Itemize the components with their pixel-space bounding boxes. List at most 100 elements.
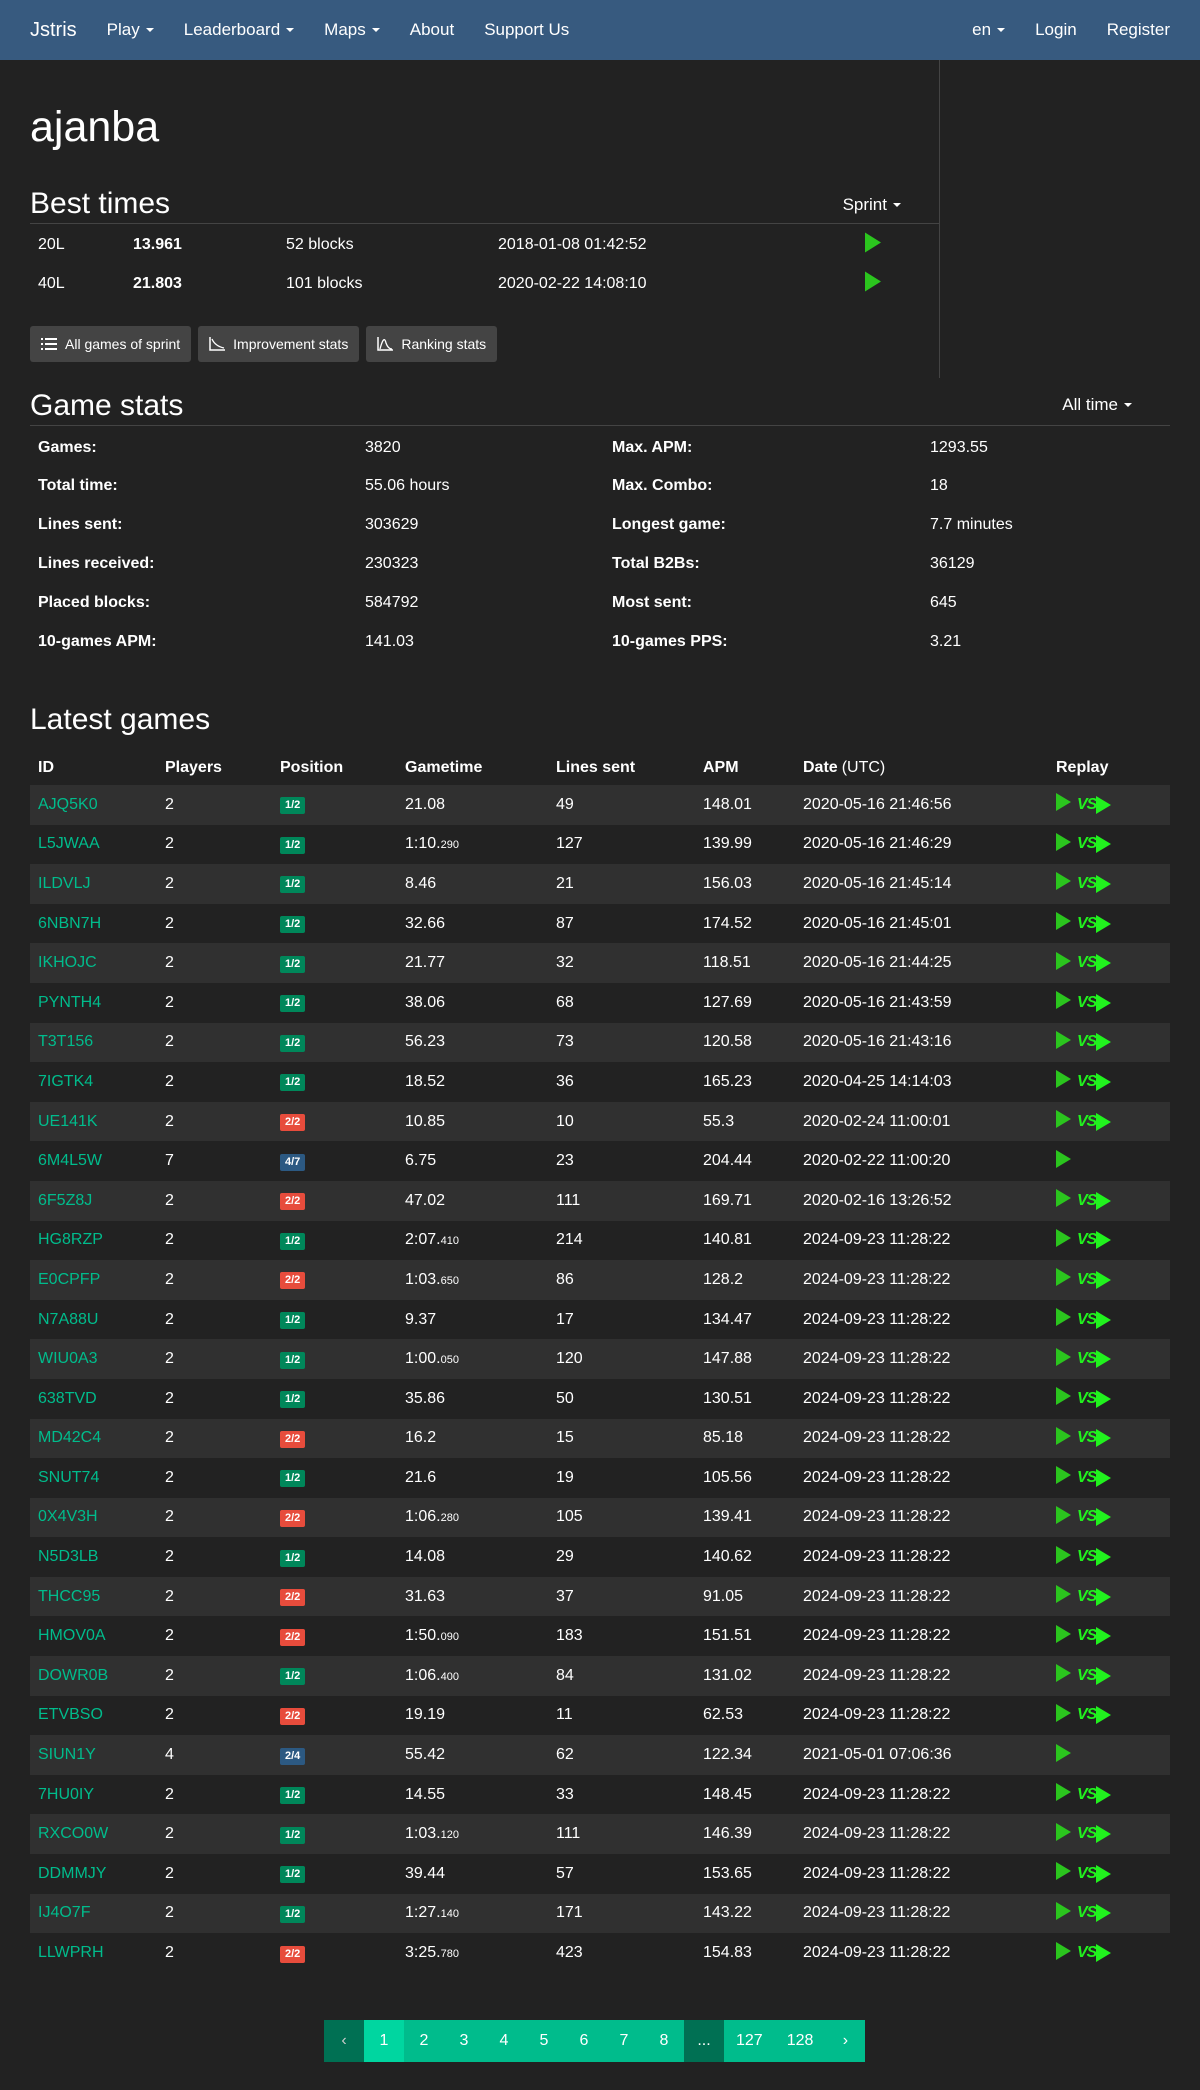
game-id-link[interactable]: 6F5Z8J: [38, 1192, 92, 1209]
period-dropdown[interactable]: All time: [1062, 395, 1132, 415]
ranking-stats-button[interactable]: Ranking stats: [366, 326, 498, 362]
play-icon[interactable]: [1056, 1783, 1071, 1806]
play-icon[interactable]: [1056, 1308, 1071, 1331]
vs-replay-icon[interactable]: VS: [1077, 874, 1112, 893]
nav-play[interactable]: Play: [107, 20, 154, 40]
game-id-link[interactable]: 7HU0IY: [38, 1786, 94, 1803]
vs-replay-icon[interactable]: VS: [1077, 1270, 1112, 1289]
game-id-link[interactable]: IKHOJC: [38, 954, 97, 971]
vs-replay-icon[interactable]: VS: [1077, 1033, 1112, 1052]
play-icon[interactable]: [1056, 1664, 1071, 1687]
vs-replay-icon[interactable]: VS: [1077, 1350, 1112, 1369]
page-button[interactable]: 5: [524, 2020, 564, 2062]
game-id-link[interactable]: 6NBN7H: [38, 915, 101, 932]
nav-support[interactable]: Support Us: [484, 20, 569, 40]
vs-replay-icon[interactable]: VS: [1077, 835, 1112, 854]
play-icon[interactable]: [1056, 1822, 1071, 1846]
play-icon[interactable]: [1056, 1585, 1071, 1608]
play-icon[interactable]: [1056, 912, 1071, 935]
game-id-link[interactable]: SNUT74: [38, 1469, 99, 1486]
vs-replay-icon[interactable]: VS: [1077, 1072, 1112, 1091]
game-id-link[interactable]: N5D3LB: [38, 1548, 98, 1565]
vs-replay-icon[interactable]: VS: [1077, 1429, 1112, 1448]
vs-replay-icon[interactable]: VS: [1077, 914, 1112, 933]
vs-replay-icon[interactable]: VS: [1077, 1389, 1112, 1408]
vs-replay-icon[interactable]: VS: [1077, 1191, 1112, 1210]
vs-replay-icon[interactable]: VS: [1077, 1904, 1112, 1923]
game-id-link[interactable]: SIUN1Y: [38, 1746, 96, 1763]
game-id-link[interactable]: LLWPRH: [38, 1944, 104, 1961]
page-button[interactable]: 1: [364, 2020, 404, 2062]
next-page-button[interactable]: ›: [825, 2020, 866, 2062]
game-id-link[interactable]: DDMMJY: [38, 1865, 106, 1882]
vs-replay-icon[interactable]: VS: [1077, 954, 1112, 973]
game-id-link[interactable]: 0X4V3H: [38, 1508, 98, 1525]
vs-replay-icon[interactable]: VS: [1077, 1231, 1112, 1250]
page-button[interactable]: 8: [644, 2020, 684, 2062]
play-icon[interactable]: [1056, 1387, 1071, 1410]
game-id-link[interactable]: ILDVLJ: [38, 875, 90, 892]
play-icon[interactable]: [865, 271, 881, 297]
vs-replay-icon[interactable]: VS: [1077, 993, 1112, 1012]
game-id-link[interactable]: 638TVD: [38, 1390, 97, 1407]
play-icon[interactable]: [1056, 1268, 1071, 1291]
game-id-link[interactable]: DOWR0B: [38, 1667, 108, 1684]
play-icon[interactable]: [1056, 1624, 1071, 1648]
game-id-link[interactable]: N7A88U: [38, 1311, 98, 1328]
vs-replay-icon[interactable]: VS: [1077, 1508, 1112, 1527]
play-icon[interactable]: [1056, 1149, 1071, 1173]
vs-replay-icon[interactable]: VS: [1077, 1627, 1112, 1646]
play-icon[interactable]: [1056, 1347, 1071, 1371]
vs-replay-icon[interactable]: VS: [1077, 1864, 1112, 1883]
nav-about[interactable]: About: [410, 20, 454, 40]
game-id-link[interactable]: UE141K: [38, 1113, 98, 1130]
play-icon[interactable]: [1056, 1426, 1071, 1450]
play-icon[interactable]: [1056, 1505, 1071, 1529]
game-id-link[interactable]: L5JWAA: [38, 835, 100, 852]
language-dropdown[interactable]: en: [972, 20, 1006, 40]
play-icon[interactable]: [1056, 793, 1071, 816]
play-icon[interactable]: [1056, 1189, 1071, 1212]
login-link[interactable]: Login: [1035, 20, 1077, 40]
vs-replay-icon[interactable]: VS: [1077, 1548, 1112, 1567]
play-icon[interactable]: [1056, 872, 1071, 895]
all-games-button[interactable]: All games of sprint: [30, 326, 192, 362]
play-icon[interactable]: [865, 232, 881, 258]
game-id-link[interactable]: T3T156: [38, 1033, 93, 1050]
play-icon[interactable]: [1056, 991, 1071, 1014]
game-id-link[interactable]: PYNTH4: [38, 994, 101, 1011]
game-id-link[interactable]: HMOV0A: [38, 1627, 106, 1644]
vs-replay-icon[interactable]: VS: [1077, 1468, 1112, 1487]
game-id-link[interactable]: E0CPFP: [38, 1271, 100, 1288]
vs-replay-icon[interactable]: VS: [1077, 1112, 1112, 1131]
play-icon[interactable]: [1056, 1110, 1071, 1133]
play-icon[interactable]: [1056, 1545, 1071, 1569]
vs-replay-icon[interactable]: VS: [1077, 1666, 1112, 1685]
play-icon[interactable]: [1056, 832, 1071, 856]
game-id-link[interactable]: ETVBSO: [38, 1706, 103, 1723]
register-link[interactable]: Register: [1107, 20, 1170, 40]
brand-link[interactable]: Jstris: [30, 19, 77, 42]
vs-replay-icon[interactable]: VS: [1077, 1706, 1112, 1725]
play-icon[interactable]: [1056, 1703, 1071, 1727]
page-button[interactable]: 6: [564, 2020, 604, 2062]
game-id-link[interactable]: HG8RZP: [38, 1231, 103, 1248]
game-id-link[interactable]: 7IGTK4: [38, 1073, 93, 1090]
vs-replay-icon[interactable]: VS: [1077, 1310, 1112, 1329]
game-id-link[interactable]: MD42C4: [38, 1429, 101, 1446]
play-icon[interactable]: [1056, 1901, 1071, 1925]
nav-maps[interactable]: Maps: [324, 20, 380, 40]
vs-replay-icon[interactable]: VS: [1077, 795, 1112, 814]
play-icon[interactable]: [1056, 1228, 1071, 1252]
page-button[interactable]: 2: [404, 2020, 444, 2062]
vs-replay-icon[interactable]: VS: [1077, 1587, 1112, 1606]
play-icon[interactable]: [1056, 1941, 1071, 1965]
nav-leaderboard[interactable]: Leaderboard: [184, 20, 295, 40]
game-id-link[interactable]: 6M4L5W: [38, 1152, 102, 1169]
page-button[interactable]: 4: [484, 2020, 524, 2062]
game-id-link[interactable]: WIU0A3: [38, 1350, 98, 1367]
page-button[interactable]: 7: [604, 2020, 644, 2062]
mode-dropdown[interactable]: Sprint: [843, 195, 901, 215]
play-icon[interactable]: [1056, 951, 1071, 975]
game-id-link[interactable]: RXCO0W: [38, 1825, 108, 1842]
